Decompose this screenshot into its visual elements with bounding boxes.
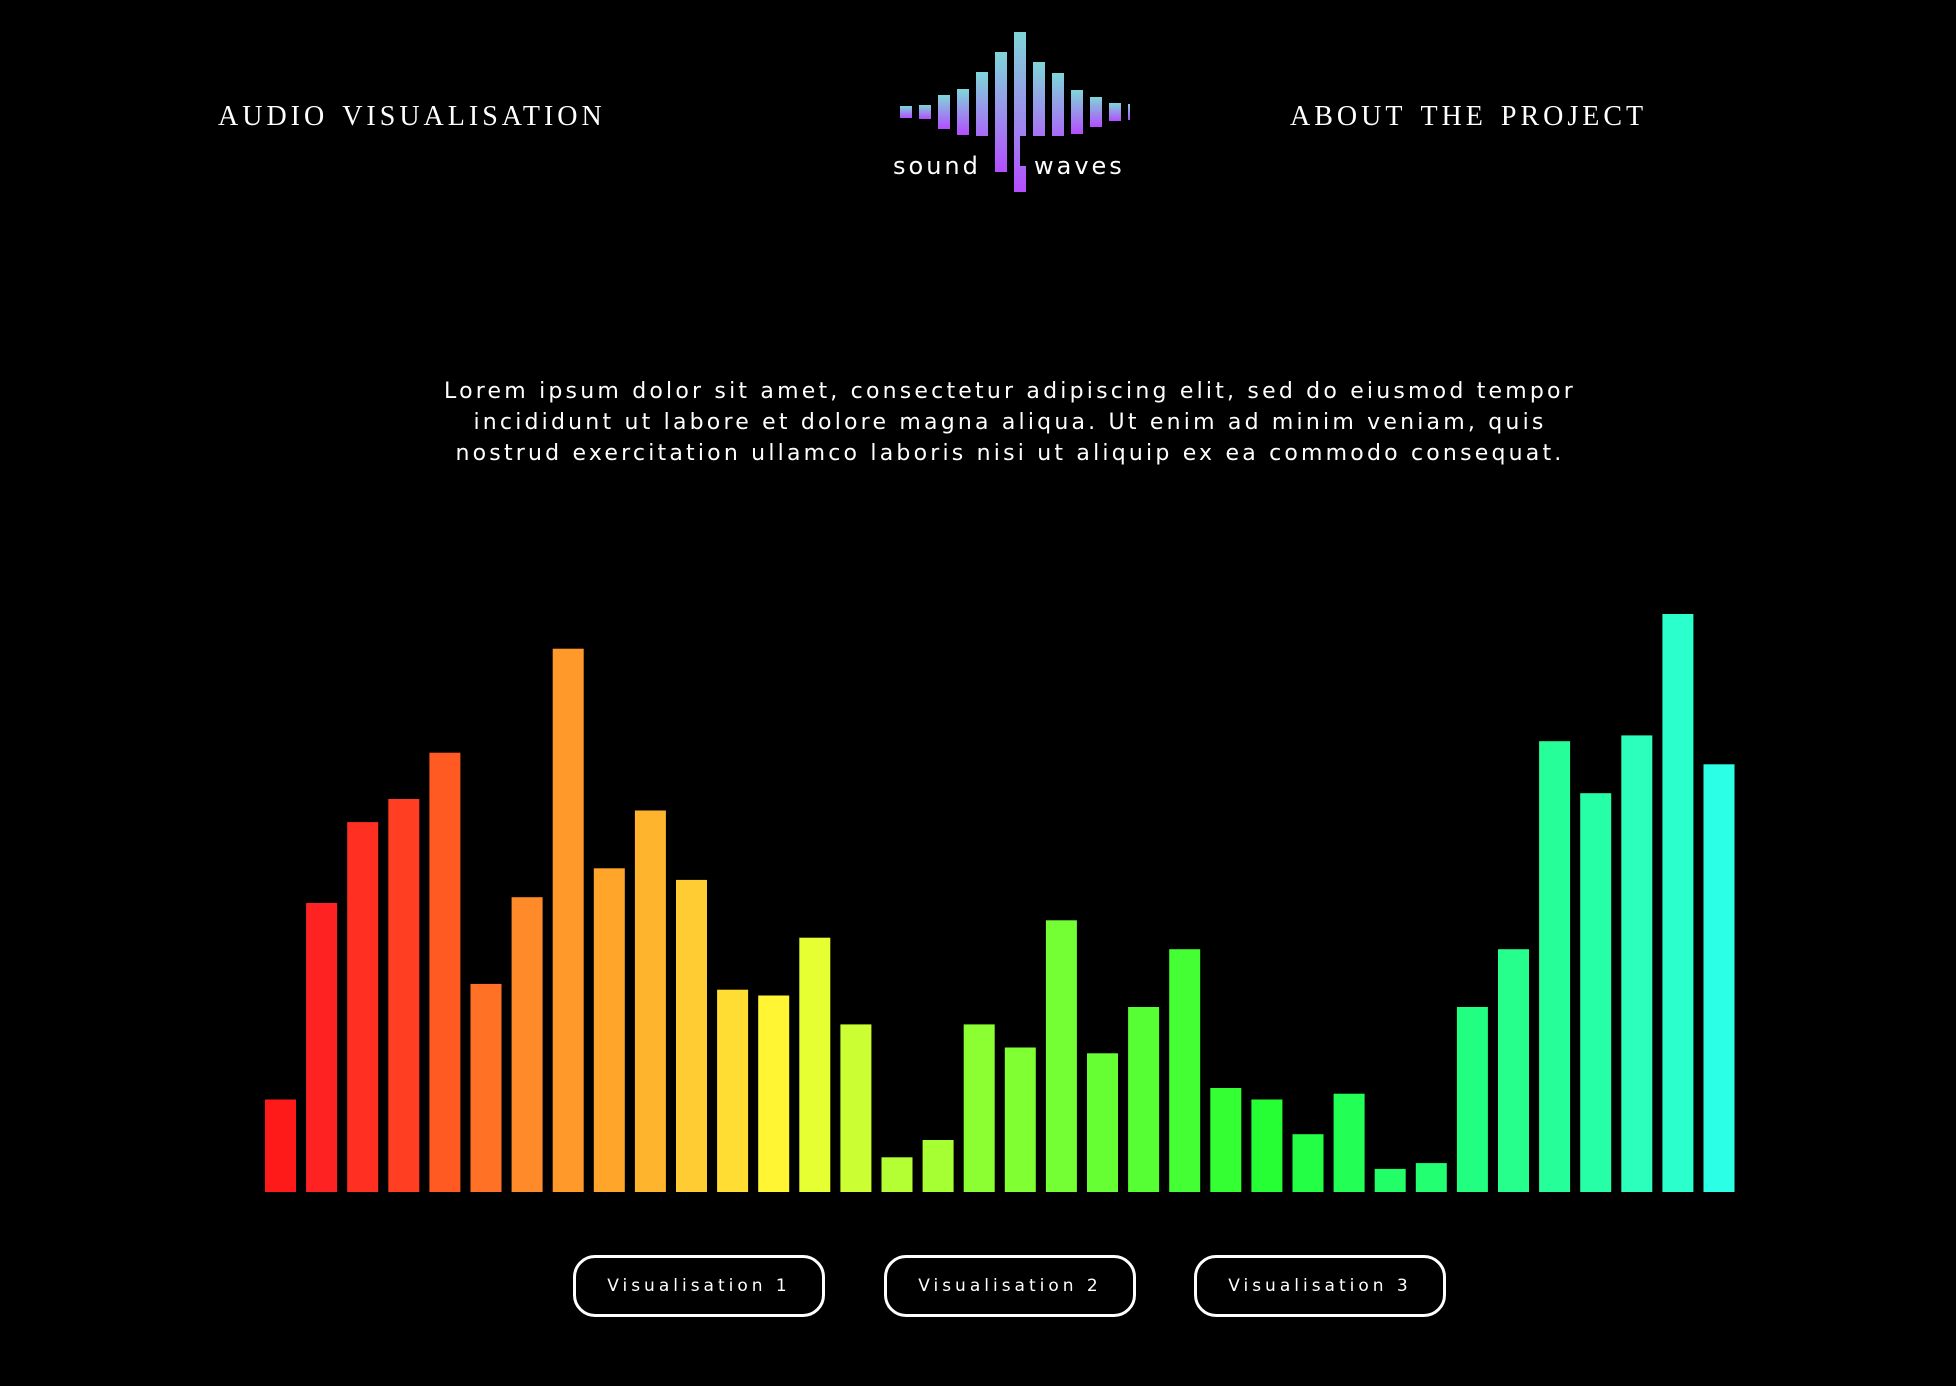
visualiser-bar (388, 799, 420, 1192)
visualiser-bar (1415, 1163, 1447, 1192)
visualiser-bar (470, 983, 502, 1192)
visualiser-bar (552, 648, 584, 1192)
visualiser-bar (922, 1140, 954, 1192)
logo-word-waves: waves (1034, 152, 1125, 180)
audio-visualiser (265, 614, 1735, 1192)
logo-word-sound: sound (893, 152, 981, 180)
nav-about-the-project-link[interactable]: About the Project (1290, 88, 1647, 135)
visualiser-bar (347, 822, 379, 1192)
visualiser-bar (799, 937, 831, 1192)
visualisation-2-button[interactable]: Visualisation 2 (884, 1255, 1136, 1317)
visualiser-bar (717, 989, 749, 1192)
intro-paragraph: Lorem ipsum dolor sit amet, consectetur … (444, 379, 1576, 466)
visualiser-bar (1210, 1088, 1242, 1192)
visualiser-bar (1251, 1099, 1283, 1192)
visualiser-bar (1128, 1007, 1160, 1192)
page: Audio Visualisation sound waves About th… (0, 0, 1956, 1386)
visualiser-bar (511, 897, 543, 1192)
visualiser-bar (676, 879, 707, 1192)
visualiser-bar (758, 995, 790, 1192)
logo-bar (1071, 90, 1083, 134)
visualiser-bar (306, 903, 338, 1192)
visualiser-bar (1087, 1053, 1118, 1192)
logo-bar (1109, 103, 1121, 121)
visualiser-bar (1004, 1047, 1036, 1192)
logo-bar (1128, 104, 1130, 120)
visualiser-bar (1662, 614, 1694, 1192)
visualiser-bar (1621, 735, 1653, 1192)
visualisation-1-button[interactable]: Visualisation 1 (573, 1255, 825, 1317)
visualiser-bar (429, 752, 461, 1192)
logo-bar (919, 105, 931, 119)
logo-bar (938, 95, 950, 129)
visualiser-bar (265, 1099, 296, 1192)
visualiser-bar (1169, 949, 1201, 1192)
logo-bar (957, 89, 969, 135)
visualiser-bar (963, 1024, 995, 1192)
visualiser-bar (840, 1024, 872, 1192)
visualiser-bar (1292, 1134, 1324, 1192)
visualiser-bar (1498, 949, 1529, 1192)
logo-bar (995, 52, 1007, 172)
logo-bar (1014, 32, 1026, 192)
logo-bar (900, 106, 912, 118)
visualiser-bar (1456, 1007, 1488, 1192)
visualiser-bar (1703, 764, 1735, 1192)
visualiser-bar (1539, 741, 1571, 1192)
logo-bar (1090, 97, 1102, 127)
visualiser-bar (1580, 793, 1612, 1192)
visualiser-bar (881, 1157, 913, 1192)
visualiser-bar (634, 810, 666, 1192)
visualiser-bar (1333, 1093, 1365, 1192)
visualiser-bar (1045, 920, 1077, 1192)
visualisation-3-button[interactable]: Visualisation 3 (1194, 1255, 1446, 1317)
visualiser-bar (593, 868, 625, 1192)
visualiser-bar (1374, 1168, 1406, 1192)
nav-audio-visualisation-link[interactable]: Audio Visualisation (218, 88, 606, 135)
